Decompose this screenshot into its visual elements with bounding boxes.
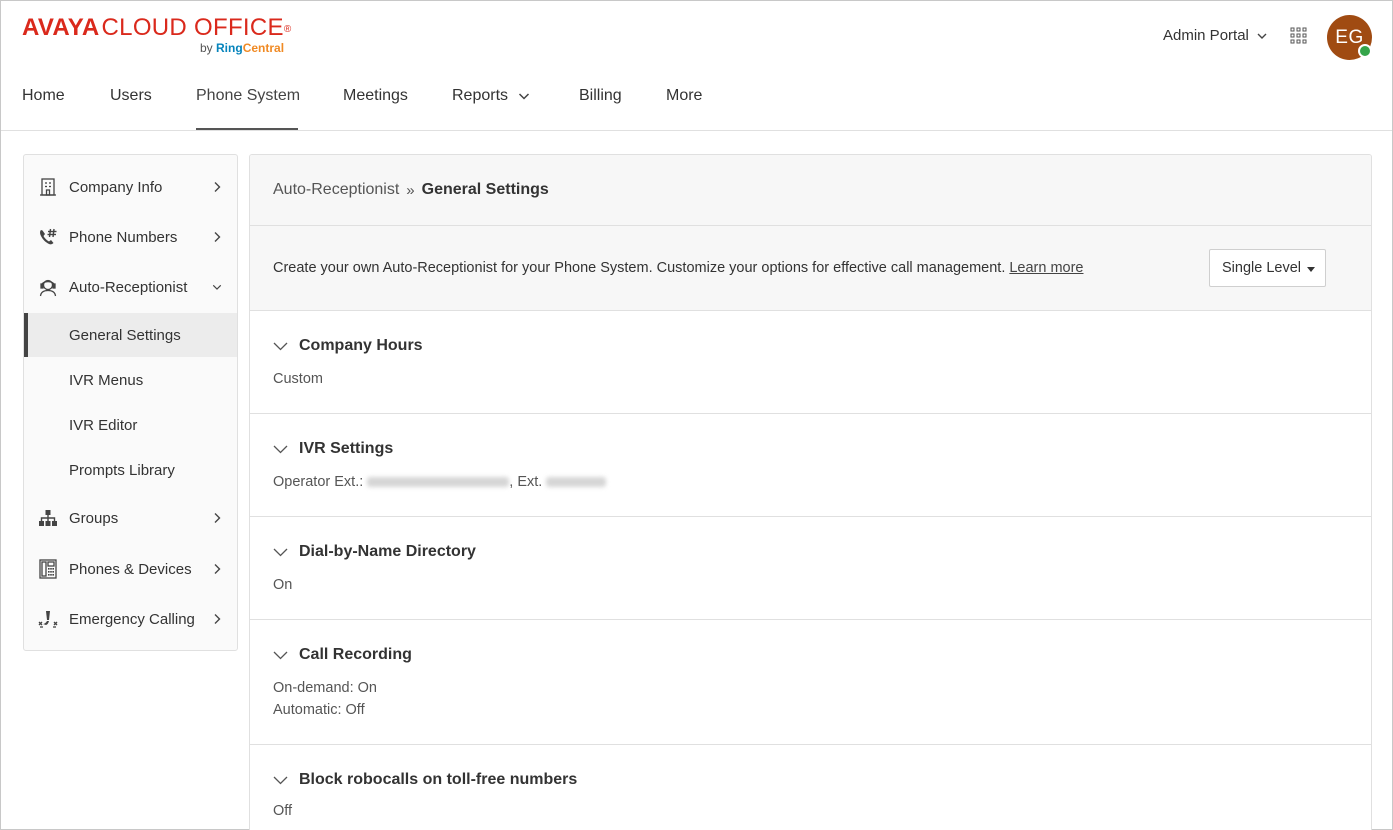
- section-value: Custom: [273, 371, 323, 387]
- sidebar-sub-item-prompts-library[interactable]: Prompts Library: [24, 448, 237, 492]
- section-value: Off: [273, 803, 293, 819]
- sidebar-item-label: Company Info: [69, 178, 163, 196]
- operator-extension-value: Operator Ext.: , Ext.: [273, 474, 607, 490]
- section-dial-by-name-directory: Dial-by-Name Directory On: [250, 517, 1371, 620]
- breadcrumb-parent-link[interactable]: Auto-Receptionist: [273, 181, 399, 199]
- sidebar-sub-item-label: Prompts Library: [69, 461, 175, 479]
- intro-description: Create your own Auto-Receptionist for yo…: [273, 260, 1084, 276]
- sidebar-item-label: Auto-Receptionist: [69, 278, 188, 296]
- redacted-extension-number: [546, 477, 607, 488]
- sidebar-item-label: Phones & Devices: [69, 560, 192, 578]
- logo-avaya: AVAYA: [22, 14, 100, 41]
- redacted-operator-name: [367, 477, 510, 488]
- main-content: Auto-Receptionist » General Settings Cre…: [249, 154, 1372, 830]
- emergency-icon: [38, 609, 58, 629]
- chevron-right-icon: [214, 513, 221, 523]
- receptionist-icon: [38, 277, 58, 297]
- learn-more-link[interactable]: Learn more: [1009, 260, 1083, 276]
- chevron-down-icon: [1257, 33, 1267, 39]
- chevron-right-icon: [214, 614, 221, 624]
- sidebar-item-phone-numbers[interactable]: Phone Numbers: [24, 215, 237, 259]
- sidebar-item-company-info[interactable]: Company Info: [24, 165, 237, 209]
- nav-users[interactable]: Users: [110, 87, 152, 105]
- nav-more[interactable]: More: [666, 87, 702, 105]
- section-header-company-hours[interactable]: Company Hours: [273, 337, 423, 355]
- section-title: Block robocalls on toll-free numbers: [299, 771, 578, 788]
- chevron-right-icon: [214, 232, 221, 242]
- section-value: On-demand: On: [273, 680, 377, 696]
- nav-billing[interactable]: Billing: [579, 87, 622, 105]
- page-title: General Settings: [421, 181, 549, 198]
- sidebar-sub-item-ivr-menus[interactable]: IVR Menus: [24, 358, 237, 402]
- sidebar-sub-item-general-settings[interactable]: General Settings: [24, 313, 237, 357]
- section-block-robocalls: Block robocalls on toll-free numbers Off: [250, 745, 1371, 830]
- chevron-down-icon: [212, 284, 222, 290]
- breadcrumb: Auto-Receptionist » General Settings: [250, 155, 1371, 226]
- sidebar-item-groups[interactable]: Groups: [24, 496, 237, 540]
- intro-panel: Create your own Auto-Receptionist for yo…: [250, 226, 1371, 311]
- section-value: On: [273, 577, 293, 593]
- sidebar-item-phones-devices[interactable]: Phones & Devices: [24, 547, 237, 591]
- chevron-down-icon: [273, 445, 288, 454]
- phone-hash-icon: [38, 227, 58, 247]
- sidebar-item-label: Groups: [69, 509, 119, 527]
- chevron-down-icon: [273, 548, 288, 557]
- nav-home[interactable]: Home: [22, 87, 65, 105]
- building-icon: [38, 177, 58, 197]
- nav-reports[interactable]: Reports: [452, 87, 530, 105]
- chevron-right-icon: [214, 564, 221, 574]
- chevron-down-icon: [273, 651, 288, 660]
- section-title: IVR Settings: [299, 440, 394, 457]
- sidebar-sub-item-label: IVR Menus: [69, 371, 144, 389]
- level-select-value: Single Level: [1222, 260, 1301, 276]
- section-value: Automatic: Off: [273, 702, 365, 718]
- sidebar-sub-item-ivr-editor[interactable]: IVR Editor: [24, 403, 237, 447]
- desk-phone-icon: [38, 559, 58, 579]
- active-tab-indicator: [196, 128, 298, 130]
- avaya-cloud-office-logo[interactable]: AVAYACLOUD OFFICE® by RingCentral: [22, 14, 292, 56]
- chevron-right-icon: [214, 182, 221, 192]
- admin-portal-dropdown[interactable]: Admin Portal: [1163, 27, 1267, 44]
- sidebar-item-auto-receptionist[interactable]: Auto-Receptionist: [24, 265, 237, 309]
- section-ivr-settings: IVR Settings Operator Ext.: , Ext.: [250, 414, 1371, 517]
- level-select-dropdown[interactable]: Single Level: [1209, 249, 1326, 287]
- presence-status-indicator: [1358, 44, 1372, 58]
- section-header-call-recording[interactable]: Call Recording: [273, 646, 412, 664]
- org-chart-icon: [38, 508, 58, 528]
- logo-by-ringcentral: by RingCentral: [200, 41, 285, 55]
- chevron-down-icon: [273, 342, 288, 351]
- section-title: Dial-by-Name Directory: [299, 543, 476, 560]
- section-title: Company Hours: [299, 337, 423, 354]
- caret-down-icon: [1307, 266, 1315, 272]
- app-launcher-grid-icon[interactable]: [1290, 27, 1307, 44]
- nav-phone-system[interactable]: Phone System: [196, 87, 300, 105]
- section-company-hours: Company Hours Custom: [250, 311, 1371, 414]
- nav-reports-label: Reports: [452, 87, 509, 104]
- section-header-block-robocalls[interactable]: Block robocalls on toll-free numbers: [273, 771, 577, 789]
- chevron-down-icon: [519, 93, 530, 100]
- section-header-dial-by-name[interactable]: Dial-by-Name Directory: [273, 543, 476, 561]
- sidebar-item-emergency-calling[interactable]: Emergency Calling: [24, 597, 237, 641]
- sidebar-item-label: Emergency Calling: [69, 610, 195, 628]
- section-call-recording: Call Recording On-demand: On Automatic: …: [250, 620, 1371, 745]
- breadcrumb-separator-icon: »: [406, 181, 415, 199]
- settings-sidebar: Company Info Phone Numbers Auto-Receptio…: [23, 154, 238, 651]
- sidebar-sub-item-label: IVR Editor: [69, 416, 138, 434]
- chevron-down-icon: [273, 776, 288, 785]
- logo-registered-mark: ®: [283, 24, 292, 35]
- admin-portal-label: Admin Portal: [1163, 27, 1249, 44]
- logo-cloud-office: CLOUD OFFICE: [101, 14, 284, 41]
- sidebar-item-label: Phone Numbers: [69, 228, 178, 246]
- section-title: Call Recording: [299, 646, 412, 663]
- sidebar-sub-item-label: General Settings: [69, 326, 181, 344]
- section-header-ivr-settings[interactable]: IVR Settings: [273, 440, 393, 458]
- nav-meetings[interactable]: Meetings: [343, 87, 408, 105]
- app-header: AVAYACLOUD OFFICE® by RingCentral Admin …: [1, 1, 1392, 131]
